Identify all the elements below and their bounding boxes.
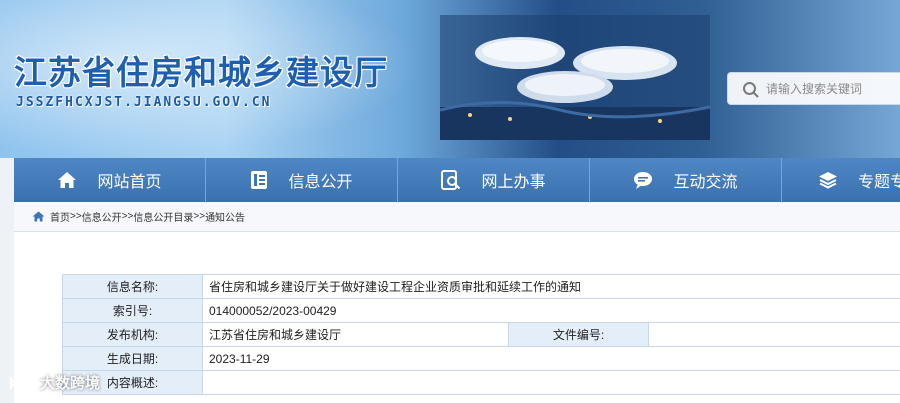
table-row: 内容概述: bbox=[62, 370, 900, 395]
search-input[interactable] bbox=[766, 79, 900, 99]
watermark-text: 大数跨境 bbox=[40, 375, 101, 392]
content-panel: 信息名称: 省住房和城乡建设厅关于做好建设工程企业资质审批和延续工作的通知 索引… bbox=[14, 232, 900, 403]
index-number-value: 014000052/2023-00429 bbox=[202, 298, 900, 323]
document-number-label: 文件编号: bbox=[508, 322, 649, 347]
table-row: 信息名称: 省住房和城乡建设厅关于做好建设工程企业资质审批和延续工作的通知 bbox=[62, 274, 900, 299]
index-number-label: 索引号: bbox=[62, 298, 203, 323]
search-box[interactable] bbox=[727, 72, 900, 105]
site-domain: JSSZFHCXJST.JIANGSU.GOV.CN bbox=[16, 95, 272, 110]
home-icon bbox=[32, 211, 45, 222]
breadcrumb-link-home[interactable]: 首页 bbox=[50, 209, 70, 224]
nav-item-info-disclosure[interactable]: 信息公开 bbox=[206, 158, 398, 202]
chat-icon bbox=[634, 172, 653, 189]
date-value: 2023-11-29 bbox=[202, 346, 900, 371]
nav-item-label: 网站首页 bbox=[97, 174, 162, 191]
watermark-logo-icon bbox=[9, 375, 36, 390]
nav-item-label: 互动交流 bbox=[673, 174, 738, 191]
info-name-value: 省住房和城乡建设厅关于做好建设工程企业资质审批和延续工作的通知 bbox=[202, 274, 900, 299]
nav-item-label: 信息公开 bbox=[288, 174, 353, 191]
nav-item-online-services[interactable]: 网上办事 bbox=[398, 158, 590, 202]
breadcrumb: 首页 >> 信息公开 >> 信息公开目录 >> 通知公告 bbox=[14, 202, 900, 232]
watermark: 大数跨境 bbox=[8, 372, 100, 393]
site-title[interactable]: 江苏省住房和城乡建设厅 bbox=[14, 46, 388, 94]
summary-value bbox=[202, 370, 900, 395]
breadcrumb-separator: >> bbox=[70, 211, 82, 222]
stadium-banner-image bbox=[440, 15, 710, 140]
document-number-value bbox=[648, 322, 900, 347]
breadcrumb-separator: >> bbox=[193, 211, 206, 222]
site-header: 江苏省住房和城乡建设厅 JSSZFHCXJST.JIANGSU.GOV.CN bbox=[0, 0, 900, 158]
nav-item-label: 专题专 bbox=[858, 174, 900, 191]
document-metadata-table: 信息名称: 省住房和城乡建设厅关于做好建设工程企业资质审批和延续工作的通知 索引… bbox=[62, 274, 900, 395]
nav-item-interaction[interactable]: 互动交流 bbox=[590, 158, 782, 202]
search-icon[interactable] bbox=[742, 81, 760, 99]
home-icon bbox=[58, 172, 77, 188]
publisher-value: 江苏省住房和城乡建设厅 bbox=[202, 322, 509, 347]
main-nav: 网站首页 信息公开 网上办事 互动交流 专题专 bbox=[14, 158, 900, 202]
breadcrumb-link-catalog[interactable]: 信息公开目录 bbox=[133, 209, 193, 224]
nav-item-topics[interactable]: 专题专 bbox=[782, 158, 900, 202]
nav-item-label: 网上办事 bbox=[481, 174, 546, 191]
breadcrumb-link-notices[interactable]: 通知公告 bbox=[205, 209, 245, 224]
publisher-label: 发布机构: bbox=[62, 322, 203, 347]
table-row: 生成日期: 2023-11-29 bbox=[62, 346, 900, 371]
info-name-label: 信息名称: bbox=[62, 274, 203, 299]
date-label: 生成日期: bbox=[62, 346, 203, 371]
breadcrumb-separator: >> bbox=[121, 211, 134, 222]
nav-item-home[interactable]: 网站首页 bbox=[14, 158, 206, 202]
table-row: 发布机构: 江苏省住房和城乡建设厅 文件编号: bbox=[62, 322, 900, 347]
layers-icon bbox=[819, 172, 837, 189]
document-icon bbox=[251, 171, 268, 189]
search-doc-icon bbox=[441, 170, 461, 190]
table-row: 索引号: 014000052/2023-00429 bbox=[62, 298, 900, 323]
breadcrumb-link-info-disclosure[interactable]: 信息公开 bbox=[82, 209, 122, 224]
